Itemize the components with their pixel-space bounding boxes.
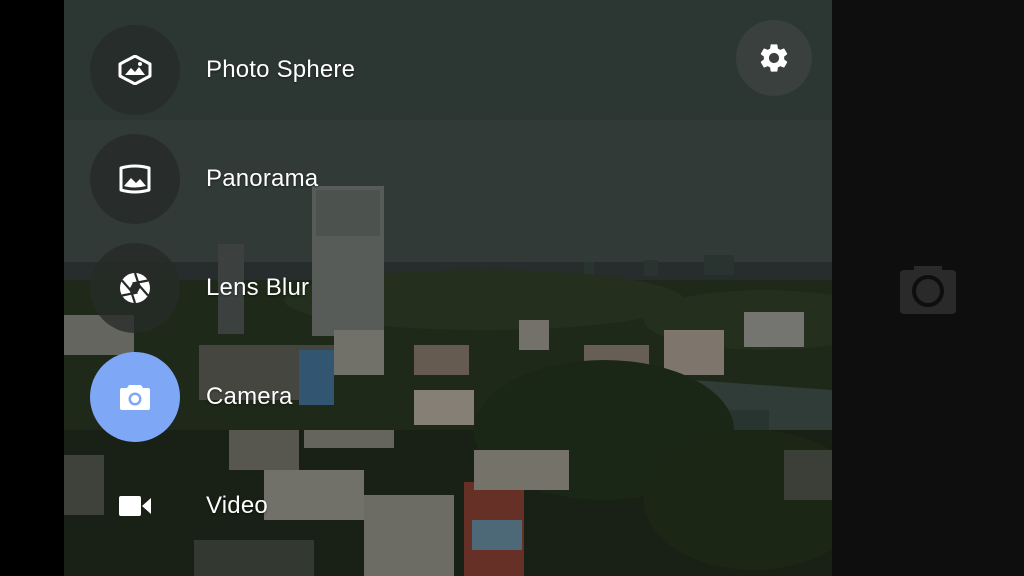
aperture-icon xyxy=(120,272,150,304)
mode-label: Panorama xyxy=(206,165,319,192)
settings-button[interactable] xyxy=(736,20,812,96)
mode-label: Video xyxy=(206,492,268,519)
mode-icon-button xyxy=(90,25,180,115)
mode-icon-button-active xyxy=(90,352,180,442)
mode-photo-sphere[interactable]: Photo Sphere xyxy=(90,25,450,115)
camera-shutter-icon xyxy=(900,266,956,314)
gear-icon xyxy=(760,44,788,72)
mode-label: Photo Sphere xyxy=(206,56,356,83)
mode-icon-button xyxy=(90,134,180,224)
control-strip xyxy=(832,0,1024,576)
mode-icon-button xyxy=(90,243,180,333)
mode-lens-blur[interactable]: Lens Blur xyxy=(90,243,450,333)
mode-camera[interactable]: Camera xyxy=(90,352,450,442)
panorama-icon xyxy=(119,164,151,194)
video-icon xyxy=(119,496,151,516)
photo-sphere-icon xyxy=(118,55,152,85)
mode-video[interactable]: Video xyxy=(90,461,450,551)
mode-label: Lens Blur xyxy=(206,274,310,301)
shutter-button[interactable] xyxy=(900,262,956,314)
mode-label: Camera xyxy=(206,383,293,410)
camera-app: Photo Sphere Panorama Lens Blur Camera V… xyxy=(0,0,1024,576)
letterbox-left xyxy=(0,0,64,576)
mode-icon-button xyxy=(90,461,180,551)
mode-panorama[interactable]: Panorama xyxy=(90,134,450,224)
camera-icon xyxy=(120,385,150,410)
